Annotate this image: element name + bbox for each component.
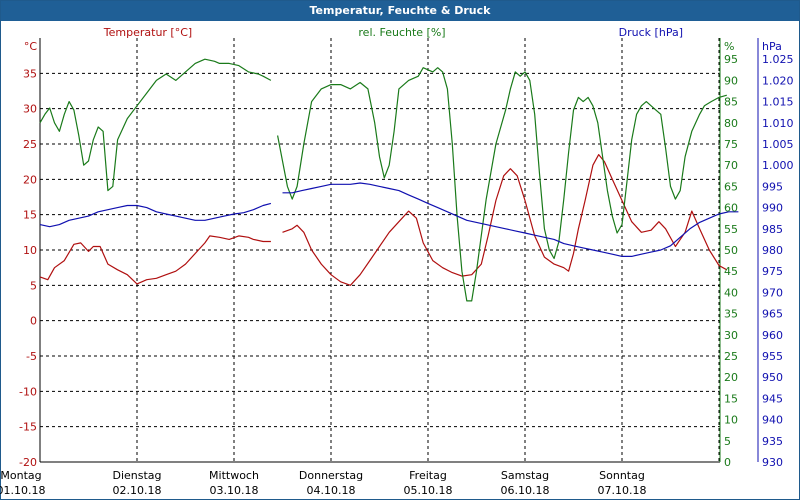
pressure-tick-label: 985 [762, 223, 783, 236]
x-tick-date: 06.10.18 [501, 484, 550, 497]
temperature-tick-label: 25 [23, 138, 37, 151]
humidity-tick-label: 0 [724, 456, 731, 469]
pressure-tick-label: 955 [762, 350, 783, 363]
humidity-axis-label: rel. Feuchte [%] [358, 26, 445, 39]
axis-labels: Temperatur [°C] rel. Feuchte [%] Druck [hP… [103, 26, 683, 39]
pressure-tick-label: 1.015 [762, 96, 794, 109]
pressure-tick-label: 1.020 [762, 74, 794, 87]
temperature-tick-label: -10 [19, 385, 37, 398]
x-tick-day: Sonntag [599, 469, 645, 482]
pressure-tick-label: 965 [762, 308, 783, 321]
x-tick-day: Freitag [409, 469, 447, 482]
humidity-tick-label: 20 [724, 371, 738, 384]
humidity-tick-label: 35 [724, 308, 738, 321]
temperature-series-line [282, 154, 728, 286]
pressure-tick-label: 950 [762, 371, 783, 384]
plot-area [39, 38, 759, 463]
pressure-tick-label: 980 [762, 244, 783, 257]
pressure-axis-label: Druck [hPa] [619, 26, 683, 39]
pressure-tick-label: 990 [762, 202, 783, 215]
x-tick-day: Mittwoch [209, 469, 259, 482]
humidity-tick-label: 55 [724, 223, 738, 236]
humidity-tick-label: 75 [724, 138, 738, 151]
humidity-tick-label: 50 [724, 244, 738, 257]
grid-lines [40, 38, 720, 462]
pressure-tick-label: 1.000 [762, 159, 794, 172]
humidity-tick-label: 90 [724, 74, 738, 87]
x-tick-day: Samstag [501, 469, 549, 482]
pressure-tick-label: 930 [762, 456, 783, 469]
humidity-tick-label: 5 [724, 435, 731, 448]
temperature-tick-label: 0 [30, 315, 37, 328]
humidity-series-line [39, 58, 272, 192]
humidity-tick-label: 45 [724, 265, 738, 278]
chart-canvas: -20 -15 -10 -5 0 5 10 15 20 25 30 35 °C 0 5 10 15 20 25 30 3… [0, 26, 794, 497]
humidity-tick-label: 30 [724, 329, 738, 342]
pressure-tick-label: 970 [762, 286, 783, 299]
pressure-tick-label: 945 [762, 392, 783, 405]
x-tick-day: Donnerstag [299, 469, 363, 482]
temperature-unit: °C [24, 40, 38, 53]
humidity-tick-label: 65 [724, 180, 738, 193]
x-tick-day: Dienstag [112, 469, 161, 482]
pressure-tick-label: 1.010 [762, 117, 794, 130]
x-tick-date: 04.10.18 [307, 484, 356, 497]
x-tick-day: Montag [0, 469, 41, 482]
pressure-unit: hPa [762, 40, 782, 53]
humidity-unit: % [724, 40, 734, 53]
pressure-tick-label: 1.025 [762, 53, 794, 66]
series-group [39, 58, 739, 302]
x-tick-date: 01.10.18 [0, 484, 45, 497]
temperature-tick-label: 10 [23, 244, 37, 257]
pressure-tick-label: 995 [762, 180, 783, 193]
humidity-tick-label: 40 [724, 286, 738, 299]
x-tick-date: 05.10.18 [404, 484, 453, 497]
temperature-tick-label: 35 [23, 67, 37, 80]
humidity-tick-label: 60 [724, 202, 738, 215]
pressure-tick-label: 975 [762, 265, 783, 278]
humidity-tick-label: 70 [724, 159, 738, 172]
humidity-tick-label: 95 [724, 53, 738, 66]
humidity-tick-label: 25 [724, 350, 738, 363]
temperature-tick-label: -5 [26, 350, 37, 363]
temperature-tick-label: 20 [23, 173, 37, 186]
temperature-tick-label: 5 [30, 279, 37, 292]
pressure-tick-label: 1.005 [762, 138, 794, 151]
temperature-series-line [39, 235, 271, 285]
humidity-tick-label: 15 [724, 392, 738, 405]
humidity-tick-label: 10 [724, 414, 738, 427]
temperature-tick-label: 15 [23, 209, 37, 222]
pressure-tick-label: 940 [762, 414, 783, 427]
pressure-series-line [282, 182, 739, 257]
x-tick-date: 03.10.18 [210, 484, 259, 497]
temperature-tick-label: -20 [19, 456, 37, 469]
pressure-tick-label: 935 [762, 435, 783, 448]
temperature-tick-label: 30 [23, 103, 37, 116]
humidity-tick-label: 80 [724, 117, 738, 130]
x-tick-date: 02.10.18 [113, 484, 162, 497]
humidity-tick-label: 85 [724, 96, 738, 109]
pressure-tick-label: 960 [762, 329, 783, 342]
temperature-tick-label: -15 [19, 421, 37, 434]
x-tick-date: 07.10.18 [598, 484, 647, 497]
temperature-axis-label: Temperatur [°C] [103, 26, 192, 39]
